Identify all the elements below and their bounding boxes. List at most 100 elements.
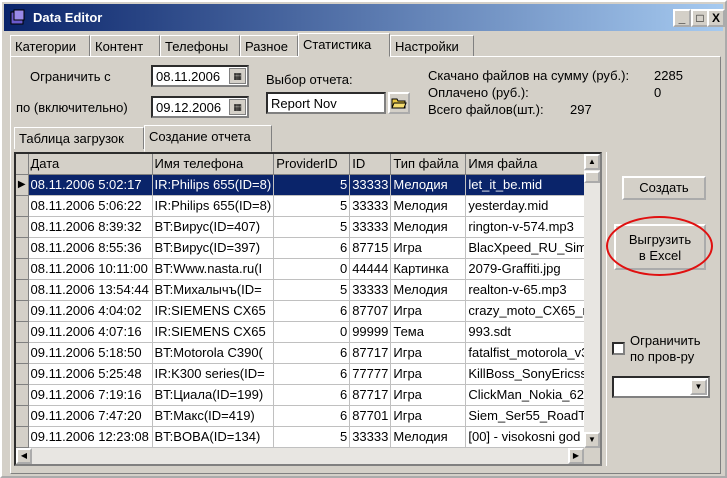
cell-file-name[interactable]: BlacXpeed_RU_Sim — [465, 237, 599, 259]
cell-provider-id[interactable]: 5 — [273, 174, 351, 196]
cell-date[interactable]: 08.11.2006 13:54:44 — [28, 279, 153, 301]
cell-id[interactable]: 99999 — [349, 321, 392, 343]
tab-statistics[interactable]: Статистика — [298, 33, 390, 57]
column-header-file-type[interactable]: Тип файла — [390, 154, 467, 175]
vertical-scrollbar[interactable]: ▲ ▼ — [584, 154, 600, 448]
title-bar[interactable]: Data Editor _ □ X — [4, 4, 725, 31]
cell-id[interactable]: 33333 — [349, 216, 392, 238]
tab-content[interactable]: Контент — [90, 35, 160, 57]
cell-id[interactable]: 87717 — [349, 342, 392, 364]
table-row[interactable]: 09.11.2006 4:04:02 IR:SIEMENS CX65 6 87707 И… — [16, 300, 599, 322]
cell-provider-id[interactable]: 6 — [273, 405, 351, 427]
cell-id[interactable]: 87717 — [349, 384, 392, 406]
row-indicator[interactable] — [16, 384, 29, 406]
cell-file-name[interactable]: crazy_moto_CX65_ru — [465, 300, 599, 322]
scroll-down-arrow-icon[interactable]: ▼ — [584, 432, 600, 448]
calendar-icon[interactable]: ▦ — [229, 68, 246, 84]
cell-date[interactable]: 09.11.2006 7:19:16 — [28, 384, 153, 406]
cell-file-name[interactable]: KillBoss_SonyEricsso — [465, 363, 599, 385]
column-header-phone[interactable]: Имя телефона — [152, 154, 275, 175]
tab-misc[interactable]: Разное — [240, 35, 298, 57]
cell-file-name[interactable]: realton-v-65.mp3 — [465, 279, 599, 301]
cell-date[interactable]: 09.11.2006 4:07:16 — [28, 321, 153, 343]
row-indicator[interactable]: ▶ — [16, 174, 29, 196]
provider-select[interactable]: ▼ — [612, 376, 710, 398]
table-row[interactable]: 09.11.2006 7:47:20 BT:Макс(ID=419) 6 87701 И… — [16, 405, 599, 427]
scroll-thumb[interactable] — [584, 171, 600, 183]
row-indicator[interactable] — [16, 258, 29, 280]
column-header-file-name[interactable]: Имя файла — [465, 154, 599, 175]
cell-date[interactable]: 08.11.2006 10:11:00 — [28, 258, 153, 280]
cell-provider-id[interactable]: 6 — [273, 237, 351, 259]
chevron-down-icon[interactable]: ▼ — [690, 379, 707, 395]
tab-categories[interactable]: Категории — [10, 35, 90, 57]
cell-provider-id[interactable]: 5 — [273, 426, 351, 448]
downloads-grid[interactable]: Дата Имя телефона ProviderID ID Тип файл… — [14, 152, 602, 466]
cell-provider-id[interactable]: 0 — [273, 321, 351, 343]
cell-file-name[interactable]: Siem_Ser55_RoadT — [465, 405, 599, 427]
cell-file-name[interactable]: rington-v-574.mp3 — [465, 216, 599, 238]
create-report-button[interactable]: Создать — [622, 176, 706, 200]
cell-id[interactable]: 87701 — [349, 405, 392, 427]
cell-file-type[interactable]: Мелодия — [390, 195, 467, 217]
cell-date[interactable]: 08.11.2006 8:39:32 — [28, 216, 153, 238]
subtab-create-report[interactable]: Создание отчета — [144, 125, 272, 152]
scroll-left-arrow-icon[interactable]: ◀ — [16, 448, 32, 464]
cell-file-name[interactable]: let_it_be.mid — [465, 174, 599, 196]
row-indicator[interactable] — [16, 216, 29, 238]
cell-provider-id[interactable]: 6 — [273, 384, 351, 406]
cell-phone[interactable]: BT:Циала(ID=199) — [152, 384, 275, 406]
table-row[interactable]: 09.11.2006 4:07:16 IR:SIEMENS CX65 0 99999 Т… — [16, 321, 599, 343]
open-folder-button[interactable] — [388, 92, 410, 114]
cell-provider-id[interactable]: 6 — [273, 300, 351, 322]
table-row[interactable]: 08.11.2006 8:39:32 BT:Вирус(ID=407) 5 33333… — [16, 216, 599, 238]
cell-date[interactable]: 09.11.2006 12:23:08 — [28, 426, 153, 448]
cell-file-name[interactable]: [00] - visokosni god - — [465, 426, 599, 448]
row-indicator[interactable] — [16, 237, 29, 259]
scroll-up-arrow-icon[interactable]: ▲ — [584, 154, 600, 170]
cell-file-name[interactable]: 993.sdt — [465, 321, 599, 343]
cell-date[interactable]: 08.11.2006 5:02:17 — [28, 174, 153, 196]
cell-file-type[interactable]: Игра — [390, 405, 467, 427]
cell-date[interactable]: 09.11.2006 5:25:48 — [28, 363, 153, 385]
row-indicator[interactable] — [16, 426, 29, 448]
cell-id[interactable]: 33333 — [349, 426, 392, 448]
close-button[interactable]: X — [707, 9, 725, 27]
cell-file-type[interactable]: Тема — [390, 321, 467, 343]
tab-settings[interactable]: Настройки — [390, 35, 474, 57]
cell-phone[interactable]: BT:Вирус(ID=407) — [152, 216, 275, 238]
cell-phone[interactable]: IR:Philips 655(ID=8) — [152, 174, 275, 196]
table-row[interactable]: 09.11.2006 7:19:16 BT:Циала(ID=199) 6 87717… — [16, 384, 599, 406]
cell-file-type[interactable]: Игра — [390, 300, 467, 322]
cell-file-type[interactable]: Мелодия — [390, 426, 467, 448]
cell-file-name[interactable]: yesterday.mid — [465, 195, 599, 217]
cell-provider-id[interactable]: 5 — [273, 216, 351, 238]
tab-phones[interactable]: Телефоны — [160, 35, 240, 57]
cell-date[interactable]: 08.11.2006 8:55:36 — [28, 237, 153, 259]
cell-file-type[interactable]: Игра — [390, 363, 467, 385]
row-indicator[interactable] — [16, 321, 29, 343]
cell-date[interactable]: 09.11.2006 7:47:20 — [28, 405, 153, 427]
subtab-downloads-table[interactable]: Таблица загрузок — [14, 127, 144, 149]
limit-provider-checkbox[interactable] — [612, 342, 625, 355]
cell-file-type[interactable]: Игра — [390, 384, 467, 406]
column-header-provider-id[interactable]: ProviderID — [273, 154, 351, 175]
column-header-date[interactable]: Дата — [28, 154, 153, 175]
cell-date[interactable]: 08.11.2006 5:06:22 — [28, 195, 153, 217]
cell-id[interactable]: 77777 — [349, 363, 392, 385]
cell-file-name[interactable]: ClickMan_Nokia_625 — [465, 384, 599, 406]
row-indicator[interactable] — [16, 195, 29, 217]
cell-phone[interactable]: BT:BOBA(ID=134) — [152, 426, 275, 448]
table-row[interactable]: 08.11.2006 10:11:00 BT:Www.nasta.ru(I 0 444… — [16, 258, 599, 280]
cell-id[interactable]: 87707 — [349, 300, 392, 322]
cell-id[interactable]: 44444 — [349, 258, 392, 280]
cell-file-name[interactable]: fatalfist_motorola_v30 — [465, 342, 599, 364]
cell-phone[interactable]: IR:Philips 655(ID=8) — [152, 195, 275, 217]
table-row[interactable]: 08.11.2006 13:54:44 BT:Михалычъ(ID= 5 33333… — [16, 279, 599, 301]
cell-provider-id[interactable]: 5 — [273, 279, 351, 301]
report-name-field[interactable]: Report Nov — [266, 92, 386, 114]
cell-id[interactable]: 33333 — [349, 174, 392, 196]
table-row[interactable]: ▶ 08.11.2006 5:02:17 IR:Philips 655(ID=8) 5… — [16, 174, 599, 196]
cell-date[interactable]: 09.11.2006 5:18:50 — [28, 342, 153, 364]
date-to-picker[interactable]: 09.12.2006 ▦ — [151, 96, 249, 118]
